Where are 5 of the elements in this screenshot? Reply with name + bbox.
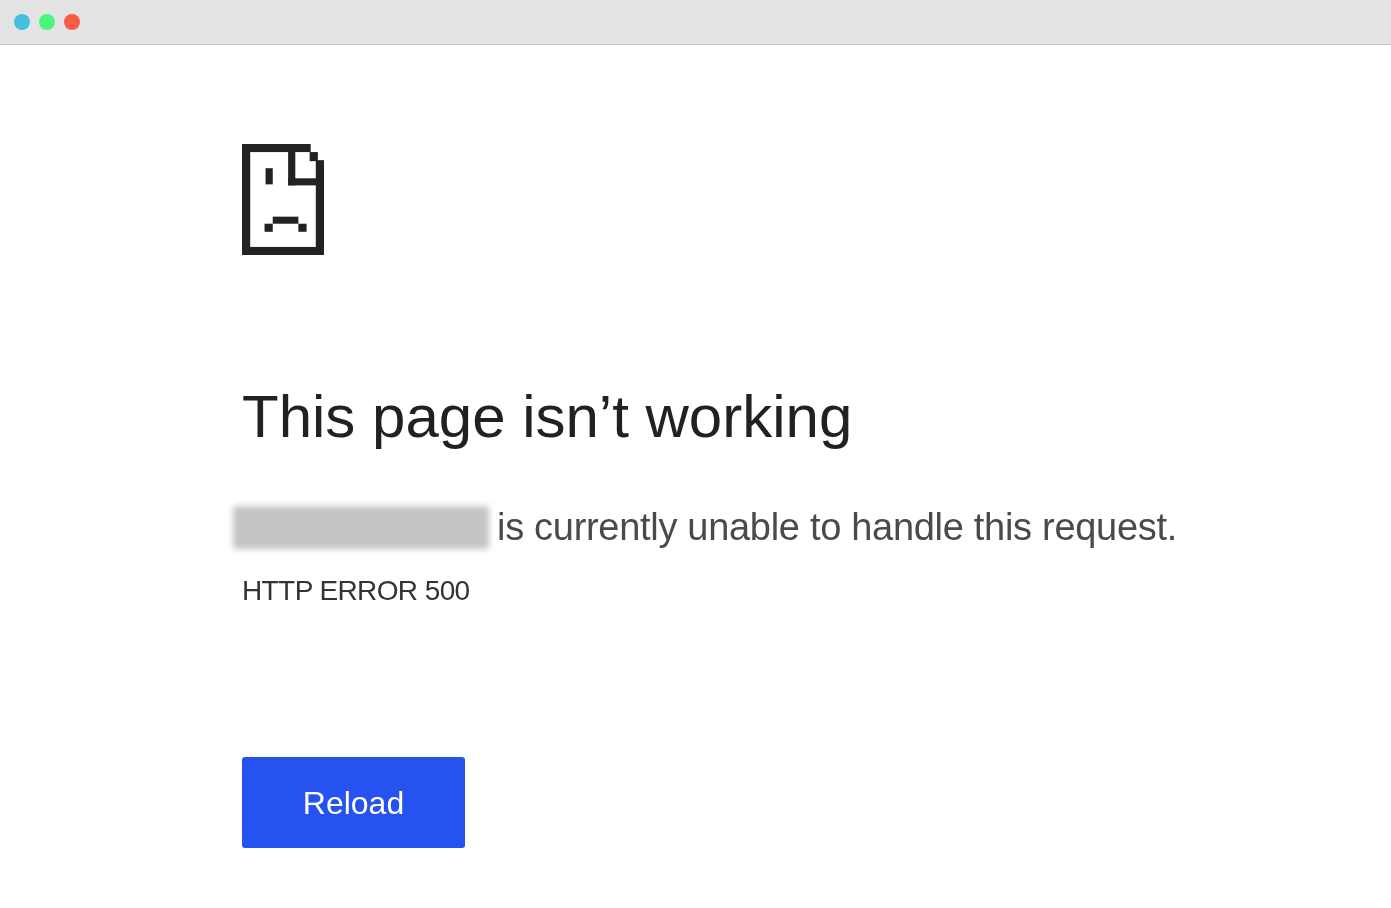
sad-page-icon <box>242 144 324 255</box>
error-heading: This page isn’t working <box>242 382 853 452</box>
error-code: HTTP ERROR 500 <box>242 574 470 608</box>
error-message: is currently unable to handle this request. <box>497 505 1177 550</box>
reload-button[interactable]: Reload <box>242 757 465 848</box>
